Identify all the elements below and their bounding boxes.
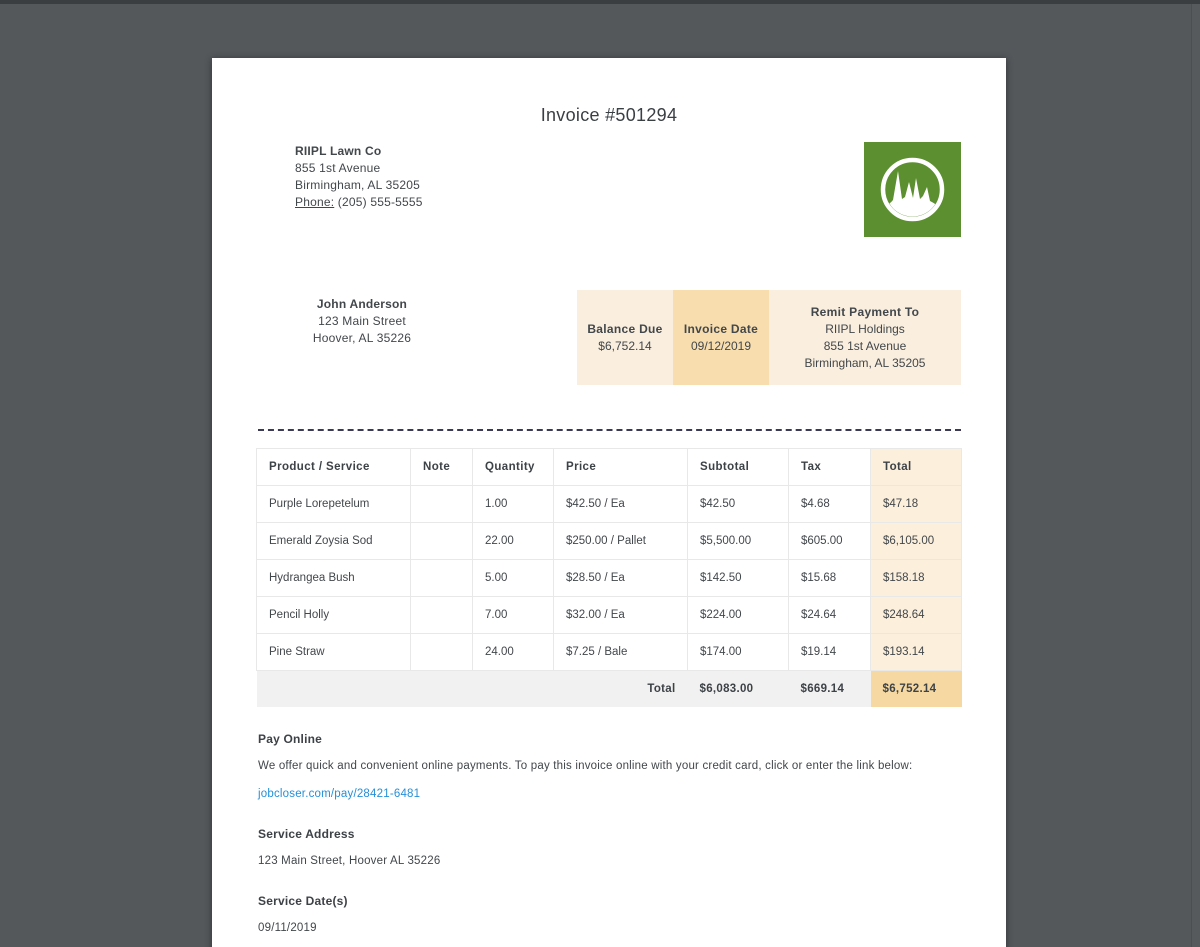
pay-online-link[interactable]: jobcloser.com/pay/28421-6481	[258, 788, 420, 800]
col-header-total: Total	[871, 449, 962, 486]
col-header-product: Product / Service	[257, 449, 411, 486]
cell-note	[411, 597, 473, 634]
remit-address-line1: 855 1st Avenue	[769, 338, 961, 355]
cell-quantity: 1.00	[473, 486, 554, 523]
cell-subtotal: $142.50	[688, 560, 789, 597]
pay-online-heading: Pay Online	[258, 732, 322, 746]
balance-due-value: $6,752.14	[577, 338, 673, 355]
cell-total: $6,105.00	[871, 523, 962, 560]
remit-payment-box: Remit Payment To RIIPL Holdings 855 1st …	[769, 290, 961, 385]
cell-price: $28.50 / Ea	[554, 560, 688, 597]
cell-note	[411, 634, 473, 671]
phone-label: Phone:	[295, 195, 334, 209]
company-address-line2: Birmingham, AL 35205	[295, 177, 423, 194]
customer-address-line2: Hoover, AL 35226	[272, 330, 452, 347]
scrollbar-track[interactable]	[1191, 4, 1200, 947]
company-phone-line: Phone: (205) 555-5555	[295, 194, 423, 211]
cell-total: $248.64	[871, 597, 962, 634]
remit-address-line2: Birmingham, AL 35205	[769, 355, 961, 372]
cell-product: Purple Lorepetelum	[257, 486, 411, 523]
cell-product: Emerald Zoysia Sod	[257, 523, 411, 560]
totals-subtotal: $6,083.00	[688, 671, 789, 708]
cell-subtotal: $5,500.00	[688, 523, 789, 560]
table-row: Pencil Holly 7.00 $32.00 / Ea $224.00 $2…	[257, 597, 962, 634]
cell-subtotal: $42.50	[688, 486, 789, 523]
balance-due-box: Balance Due $6,752.14	[577, 290, 673, 385]
invoice-page: Invoice #501294 RIIPL Lawn Co 855 1st Av…	[212, 58, 1006, 947]
page-title: Invoice #501294	[212, 105, 1006, 126]
cell-price: $32.00 / Ea	[554, 597, 688, 634]
table-row: Emerald Zoysia Sod 22.00 $250.00 / Palle…	[257, 523, 962, 560]
table-row: Pine Straw 24.00 $7.25 / Bale $174.00 $1…	[257, 634, 962, 671]
invoice-date-label: Invoice Date	[673, 321, 769, 338]
cell-tax: $15.68	[789, 560, 871, 597]
cell-quantity: 22.00	[473, 523, 554, 560]
cell-tax: $4.68	[789, 486, 871, 523]
cell-total: $47.18	[871, 486, 962, 523]
company-address-line1: 855 1st Avenue	[295, 160, 423, 177]
cell-quantity: 7.00	[473, 597, 554, 634]
customer-address-block: John Anderson 123 Main Street Hoover, AL…	[272, 296, 452, 347]
cell-subtotal: $174.00	[688, 634, 789, 671]
cell-note	[411, 560, 473, 597]
table-totals-row: Total $6,083.00 $669.14 $6,752.14	[257, 671, 962, 708]
table-header-row: Product / Service Note Quantity Price Su…	[257, 449, 962, 486]
service-dates-heading: Service Date(s)	[258, 894, 348, 908]
cell-price: $42.50 / Ea	[554, 486, 688, 523]
cell-product: Pine Straw	[257, 634, 411, 671]
cell-price: $7.25 / Bale	[554, 634, 688, 671]
invoice-summary-row: Balance Due $6,752.14 Invoice Date 09/12…	[577, 290, 961, 385]
col-header-quantity: Quantity	[473, 449, 554, 486]
cell-tax: $605.00	[789, 523, 871, 560]
phone-number: (205) 555-5555	[338, 195, 423, 209]
dotted-separator	[258, 429, 961, 431]
service-address-value: 123 Main Street, Hoover AL 35226	[258, 855, 440, 867]
company-name: RIIPL Lawn Co	[295, 143, 423, 160]
lawn-company-logo	[864, 142, 961, 237]
remit-name: RIIPL Holdings	[769, 321, 961, 338]
pay-online-text: We offer quick and convenient online pay…	[258, 760, 958, 772]
customer-address-line1: 123 Main Street	[272, 313, 452, 330]
totals-grand-total: $6,752.14	[871, 671, 962, 708]
remit-label: Remit Payment To	[769, 304, 961, 321]
table-row: Purple Lorepetelum 1.00 $42.50 / Ea $42.…	[257, 486, 962, 523]
cell-product: Hydrangea Bush	[257, 560, 411, 597]
cell-tax: $19.14	[789, 634, 871, 671]
table-row: Hydrangea Bush 5.00 $28.50 / Ea $142.50 …	[257, 560, 962, 597]
customer-name: John Anderson	[272, 296, 452, 313]
col-header-price: Price	[554, 449, 688, 486]
viewer-top-strip	[0, 0, 1200, 4]
balance-due-label: Balance Due	[577, 321, 673, 338]
col-header-tax: Tax	[789, 449, 871, 486]
lawn-grass-icon	[864, 142, 961, 237]
cell-subtotal: $224.00	[688, 597, 789, 634]
company-address-block: RIIPL Lawn Co 855 1st Avenue Birmingham,…	[295, 143, 423, 211]
service-address-heading: Service Address	[258, 827, 355, 841]
viewer-background: Invoice #501294 RIIPL Lawn Co 855 1st Av…	[0, 0, 1200, 947]
col-header-subtotal: Subtotal	[688, 449, 789, 486]
cell-price: $250.00 / Pallet	[554, 523, 688, 560]
invoice-date-value: 09/12/2019	[673, 338, 769, 355]
cell-note	[411, 523, 473, 560]
cell-quantity: 24.00	[473, 634, 554, 671]
cell-quantity: 5.00	[473, 560, 554, 597]
line-items-table: Product / Service Note Quantity Price Su…	[256, 448, 962, 707]
service-dates-value: 09/11/2019	[258, 922, 317, 934]
cell-note	[411, 486, 473, 523]
invoice-date-box: Invoice Date 09/12/2019	[673, 290, 769, 385]
totals-label: Total	[257, 671, 688, 708]
cell-tax: $24.64	[789, 597, 871, 634]
totals-tax: $669.14	[789, 671, 871, 708]
cell-product: Pencil Holly	[257, 597, 411, 634]
cell-total: $193.14	[871, 634, 962, 671]
cell-total: $158.18	[871, 560, 962, 597]
col-header-note: Note	[411, 449, 473, 486]
